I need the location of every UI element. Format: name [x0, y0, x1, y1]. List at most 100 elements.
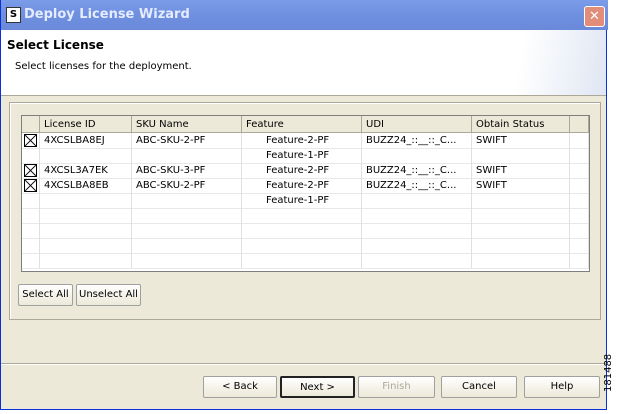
checkbox-checked[interactable]: [24, 164, 37, 177]
feature-cell: Feature-1-PF: [242, 148, 362, 163]
table-row[interactable]: [22, 253, 589, 269]
feature-cell: Feature-2-PF: [242, 178, 362, 193]
obtain-status-cell: [472, 208, 570, 223]
table-header: License ID SKU Name Feature UDI Obtain S…: [22, 116, 589, 133]
row-checkbox-cell[interactable]: [22, 223, 40, 238]
filler-cell: [570, 223, 589, 238]
close-button[interactable]: ✕: [584, 6, 605, 27]
table-row[interactable]: 4XCSLBA8EB ABC-SKU-2-PF Feature-2-PF BUZZ24…: [22, 178, 589, 194]
license-id-cell: 4XCSLBA8EJ: [40, 133, 132, 148]
udi-cell: BUZZ24_::__::_C...: [362, 178, 472, 193]
finish-button[interactable]: Finish: [358, 376, 435, 398]
obtain-status-cell: [472, 253, 570, 268]
filler-cell: [570, 193, 589, 208]
select-all-button[interactable]: Select All: [18, 284, 73, 306]
feature-cell: [242, 208, 362, 223]
divider: [1, 363, 606, 365]
row-checkbox-cell[interactable]: [22, 178, 40, 193]
table-row[interactable]: Feature-1-PF: [22, 148, 589, 164]
next-button[interactable]: Next >: [280, 376, 355, 398]
unselect-all-button[interactable]: Unselect All: [76, 284, 141, 306]
table-row[interactable]: [22, 223, 589, 239]
page-subtitle: Select licenses for the deployment.: [15, 61, 192, 72]
row-checkbox-cell[interactable]: [22, 238, 40, 253]
udi-cell: [362, 193, 472, 208]
obtain-status-cell: [472, 238, 570, 253]
license-id-cell: [40, 223, 132, 238]
feature-cell: Feature-1-PF: [242, 193, 362, 208]
page-title: Select License: [7, 38, 104, 52]
feature-cell: Feature-2-PF: [242, 163, 362, 178]
help-button[interactable]: Help: [524, 376, 600, 398]
obtain-status-cell: [472, 148, 570, 163]
license-id-cell: [40, 148, 132, 163]
checkbox-checked[interactable]: [24, 134, 37, 147]
sku-name-cell: ABC-SKU-2-PF: [132, 133, 242, 148]
column-header-filler: [570, 116, 589, 133]
column-header-license-id[interactable]: License ID: [40, 116, 132, 133]
column-header-obtain-status[interactable]: Obtain Status: [472, 116, 570, 133]
license-table: License ID SKU Name Feature UDI Obtain S…: [21, 115, 590, 272]
row-checkbox-cell[interactable]: [22, 193, 40, 208]
obtain-status-cell: [472, 223, 570, 238]
udi-cell: [362, 148, 472, 163]
udi-cell: [362, 223, 472, 238]
table-row[interactable]: 4XCSLBA8EJ ABC-SKU-2-PF Feature-2-PF BUZZ24…: [22, 133, 589, 149]
license-id-cell: 4XCSL3A7EK: [40, 163, 132, 178]
sku-name-cell: [132, 223, 242, 238]
udi-cell: [362, 208, 472, 223]
obtain-status-cell: SWIFT: [472, 163, 570, 178]
feature-cell: [242, 253, 362, 268]
column-header-sku-name[interactable]: SKU Name: [132, 116, 242, 133]
wizard-header: Select License Select licenses for the d…: [1, 30, 606, 96]
row-checkbox-cell[interactable]: [22, 163, 40, 178]
sku-name-cell: [132, 253, 242, 268]
table-row[interactable]: [22, 238, 589, 254]
sku-name-cell: [132, 238, 242, 253]
table-row[interactable]: 4XCSL3A7EK ABC-SKU-3-PF Feature-2-PF BUZZ24…: [22, 163, 589, 179]
row-checkbox-cell[interactable]: [22, 133, 40, 148]
license-id-cell: 4XCSLBA8EB: [40, 178, 132, 193]
column-header-udi[interactable]: UDI: [362, 116, 472, 133]
obtain-status-cell: SWIFT: [472, 178, 570, 193]
filler-cell: [570, 133, 589, 148]
udi-cell: BUZZ24_::__::_C...: [362, 163, 472, 178]
row-checkbox-cell[interactable]: [22, 208, 40, 223]
wizard-window: S Deploy License Wizard ✕ Select License…: [0, 0, 608, 410]
udi-cell: [362, 253, 472, 268]
sku-name-cell: [132, 193, 242, 208]
sku-name-cell: ABC-SKU-2-PF: [132, 178, 242, 193]
license-id-cell: [40, 253, 132, 268]
license-id-cell: [40, 193, 132, 208]
row-checkbox-cell[interactable]: [22, 253, 40, 268]
row-checkbox-cell[interactable]: [22, 148, 40, 163]
column-header-select[interactable]: [22, 116, 40, 133]
cancel-button[interactable]: Cancel: [441, 376, 517, 398]
checkbox-checked[interactable]: [24, 179, 37, 192]
license-id-cell: [40, 238, 132, 253]
feature-cell: Feature-2-PF: [242, 133, 362, 148]
udi-cell: BUZZ24_::__::_C...: [362, 133, 472, 148]
table-row[interactable]: Feature-1-PF: [22, 193, 589, 209]
feature-cell: [242, 223, 362, 238]
sku-name-cell: [132, 148, 242, 163]
figure-id-label: 181488: [603, 353, 614, 392]
filler-cell: [570, 253, 589, 268]
obtain-status-cell: SWIFT: [472, 133, 570, 148]
filler-cell: [570, 208, 589, 223]
filler-cell: [570, 163, 589, 178]
filler-cell: [570, 238, 589, 253]
filler-cell: [570, 178, 589, 193]
back-button[interactable]: < Back: [203, 376, 277, 398]
sku-name-cell: ABC-SKU-3-PF: [132, 163, 242, 178]
column-header-feature[interactable]: Feature: [242, 116, 362, 133]
license-id-cell: [40, 208, 132, 223]
window-title: Deploy License Wizard: [24, 7, 190, 22]
title-bar: S Deploy License Wizard ✕: [1, 0, 608, 30]
filler-cell: [570, 148, 589, 163]
feature-cell: [242, 238, 362, 253]
table-row[interactable]: [22, 208, 589, 224]
udi-cell: [362, 238, 472, 253]
obtain-status-cell: [472, 193, 570, 208]
sku-name-cell: [132, 208, 242, 223]
